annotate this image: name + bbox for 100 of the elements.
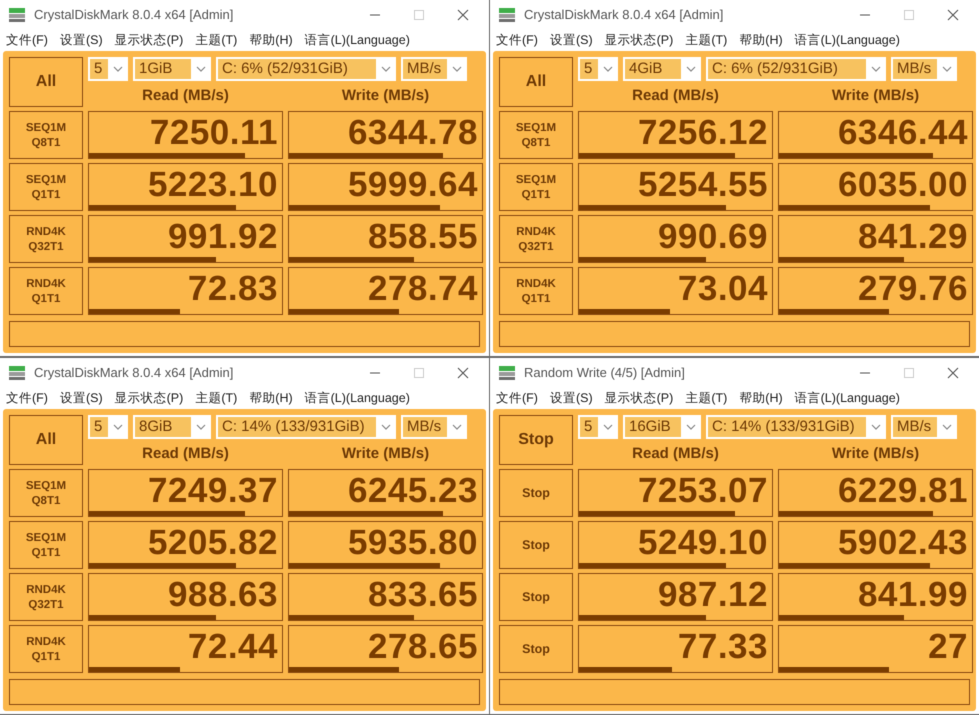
menu-item[interactable]: 主题(T) — [685, 32, 728, 49]
menu-item[interactable]: 帮助(H) — [739, 32, 783, 49]
menu-item[interactable]: 显示状态(P) — [114, 390, 184, 407]
result-value: 72.44 — [188, 628, 278, 664]
chevron-icon[interactable] — [452, 66, 462, 72]
run-button[interactable]: Stop — [499, 415, 573, 465]
menu-item[interactable]: 帮助(H) — [739, 390, 783, 407]
close-icon[interactable] — [947, 8, 959, 21]
unit-dropdown[interactable]: MB/s — [891, 415, 957, 439]
test-button[interactable]: RND4K Q1T1 — [9, 625, 83, 673]
count-dropdown[interactable]: 5 — [88, 57, 128, 81]
test-button[interactable]: RND4K Q32T1 — [9, 573, 83, 621]
test-button[interactable]: RND4K Q32T1 — [499, 215, 573, 263]
drive-dropdown[interactable]: C: 6% (52/931GiB) — [706, 57, 886, 81]
size-dropdown[interactable]: 1GiB — [133, 57, 211, 81]
close-icon[interactable] — [947, 366, 959, 379]
result-value: 990.69 — [658, 218, 768, 254]
chevron-icon[interactable] — [603, 424, 613, 430]
menu-item[interactable]: 显示状态(P) — [604, 32, 674, 49]
menu-item[interactable]: 语言(L)(Language) — [304, 32, 410, 49]
unit-dropdown[interactable]: MB/s — [401, 415, 467, 439]
test-button[interactable]: SEQ1M Q8T1 — [499, 111, 573, 159]
run-button[interactable]: All — [9, 415, 83, 465]
result-value: 6346.44 — [838, 114, 968, 150]
result-value: 991.92 — [168, 218, 278, 254]
menu-item[interactable]: 语言(L)(Language) — [304, 390, 410, 407]
close-icon[interactable] — [457, 366, 469, 379]
window-title: CrystalDiskMark 8.0.4 x64 [Admin] — [34, 365, 234, 380]
test-button[interactable]: RND4K Q1T1 — [499, 267, 573, 315]
result-value: 279.76 — [858, 270, 968, 306]
result-value: 858.55 — [368, 218, 478, 254]
column-header: Write (MB/s) — [340, 86, 430, 106]
chevron-icon[interactable] — [113, 424, 123, 430]
run-button[interactable]: All — [9, 57, 83, 107]
menu-item[interactable]: 设置(S) — [60, 32, 103, 49]
menu-item[interactable]: 设置(S) — [550, 32, 593, 49]
test-button[interactable]: RND4K Q32T1 — [9, 215, 83, 263]
chevron-icon[interactable] — [686, 66, 696, 72]
size-dropdown[interactable]: 8GiB — [133, 415, 211, 439]
menu-item[interactable]: 文件(F) — [496, 390, 538, 407]
test-button[interactable]: SEQ1M Q1T1 — [499, 163, 573, 211]
test-button[interactable]: SEQ1M Q1T1 — [9, 521, 83, 569]
close-icon[interactable] — [457, 8, 469, 21]
result-value: 5223.10 — [148, 166, 278, 202]
chevron-icon[interactable] — [871, 424, 881, 430]
menu-item[interactable]: 文件(F) — [6, 390, 48, 407]
column-header: Read (MB/s) — [631, 444, 720, 464]
test-button[interactable]: SEQ1M Q1T1 — [9, 163, 83, 211]
chevron-icon[interactable] — [196, 66, 206, 72]
menu-item[interactable]: 帮助(H) — [249, 390, 293, 407]
menu-item[interactable]: 设置(S) — [550, 390, 593, 407]
menu-item[interactable]: 主题(T) — [195, 32, 238, 49]
app-icon — [8, 364, 26, 381]
test-button[interactable]: Stop — [499, 469, 573, 517]
chevron-icon[interactable] — [942, 66, 952, 72]
count-dropdown[interactable]: 5 — [578, 57, 618, 81]
menu-item[interactable]: 文件(F) — [6, 32, 48, 49]
menu-item[interactable]: 主题(T) — [195, 390, 238, 407]
result-value: 7249.37 — [148, 472, 278, 508]
result-value: 841.99 — [858, 576, 968, 612]
menu-item[interactable]: 主题(T) — [685, 390, 728, 407]
menu-item[interactable]: 帮助(H) — [249, 32, 293, 49]
test-button[interactable]: Stop — [499, 521, 573, 569]
test-button[interactable]: RND4K Q1T1 — [9, 267, 83, 315]
count-dropdown[interactable]: 5 — [578, 415, 618, 439]
result-value: 5902.43 — [838, 524, 968, 560]
window-title: CrystalDiskMark 8.0.4 x64 [Admin] — [34, 7, 234, 22]
result-value: 6229.81 — [838, 472, 968, 508]
unit-dropdown[interactable]: MB/s — [401, 57, 467, 81]
column-header: Write (MB/s) — [340, 444, 430, 464]
menu-item[interactable]: 语言(L)(Language) — [794, 32, 900, 49]
drive-dropdown[interactable]: C: 14% (133/931GiB) — [216, 415, 396, 439]
drive-dropdown[interactable]: C: 14% (133/931GiB) — [706, 415, 886, 439]
unit-dropdown[interactable]: MB/s — [891, 57, 957, 81]
test-button[interactable]: SEQ1M Q8T1 — [9, 111, 83, 159]
run-button[interactable]: All — [499, 57, 573, 107]
chevron-icon[interactable] — [871, 66, 881, 72]
chevron-icon[interactable] — [196, 424, 206, 430]
count-dropdown[interactable]: 5 — [88, 415, 128, 439]
menu-item[interactable]: 显示状态(P) — [604, 390, 674, 407]
drive-dropdown[interactable]: C: 6% (52/931GiB) — [216, 57, 396, 81]
result-value: 7250.11 — [150, 114, 278, 150]
size-dropdown[interactable]: 16GiB — [623, 415, 701, 439]
menu-item[interactable]: 语言(L)(Language) — [794, 390, 900, 407]
menu-item[interactable]: 文件(F) — [496, 32, 538, 49]
chevron-icon[interactable] — [381, 424, 391, 430]
menu-item[interactable]: 设置(S) — [60, 390, 103, 407]
result-value: 5205.82 — [148, 524, 278, 560]
chevron-icon[interactable] — [686, 424, 696, 430]
test-button[interactable]: Stop — [499, 625, 573, 673]
chevron-icon[interactable] — [381, 66, 391, 72]
menu-item[interactable]: 显示状态(P) — [114, 32, 184, 49]
test-button[interactable]: Stop — [499, 573, 573, 621]
chevron-icon[interactable] — [452, 424, 462, 430]
test-button[interactable]: SEQ1M Q8T1 — [9, 469, 83, 517]
chevron-icon[interactable] — [113, 66, 123, 72]
result-value: 73.04 — [678, 270, 768, 306]
chevron-icon[interactable] — [603, 66, 613, 72]
size-dropdown[interactable]: 4GiB — [623, 57, 701, 81]
chevron-icon[interactable] — [942, 424, 952, 430]
